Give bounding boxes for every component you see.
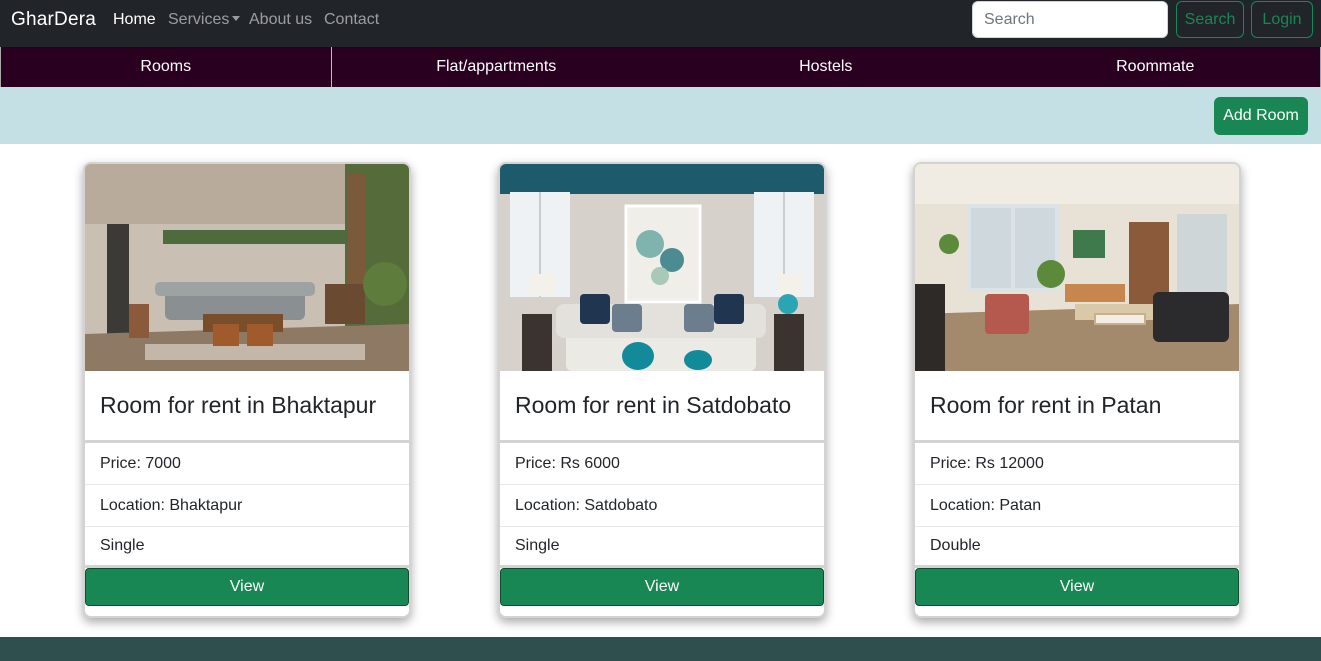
listing-location: Location: Satdobato	[500, 485, 824, 527]
nav-about-link[interactable]: About us	[249, 11, 312, 29]
category-roommate[interactable]: Roommate	[991, 47, 1321, 87]
nav-home-link[interactable]: Home	[113, 11, 156, 29]
listing-location: Location: Bhaktapur	[85, 485, 409, 527]
room-photo	[85, 164, 409, 371]
listing-location: Location: Patan	[915, 485, 1239, 527]
search-button[interactable]: Search	[1176, 1, 1244, 38]
view-button[interactable]: View	[915, 568, 1239, 606]
nav-services-dropdown[interactable]: Services	[168, 11, 241, 29]
listing-room-type: Single	[85, 527, 409, 568]
listing-title: Room for rent in Bhaktapur	[85, 371, 409, 443]
category-bar: Rooms Flat/appartments Hostels Roommate	[0, 47, 1321, 87]
listing-price: Price: 7000	[85, 443, 409, 485]
view-button[interactable]: View	[500, 568, 824, 606]
listing-room-type: Single	[500, 527, 824, 568]
room-photo	[500, 164, 824, 371]
footer	[0, 637, 1321, 661]
search-input[interactable]	[972, 1, 1168, 38]
listing-room-type: Double	[915, 527, 1239, 568]
category-flats[interactable]: Flat/appartments	[332, 47, 662, 87]
listing-title: Room for rent in Satdobato	[500, 371, 824, 443]
category-rooms[interactable]: Rooms	[1, 47, 332, 87]
listing-card: Room for rent in Bhaktapur Price: 7000 L…	[83, 162, 411, 618]
add-room-button[interactable]: Add Room	[1214, 97, 1308, 135]
caret-down-icon	[232, 16, 241, 21]
category-hostels[interactable]: Hostels	[661, 47, 991, 87]
listing-card: Room for rent in Patan Price: Rs 12000 L…	[913, 162, 1241, 618]
listing-price: Price: Rs 12000	[915, 443, 1239, 485]
listing-card: Room for rent in Satdobato Price: Rs 600…	[498, 162, 826, 618]
listing-price: Price: Rs 6000	[500, 443, 824, 485]
nav-services-label: Services	[168, 11, 230, 28]
room-photo	[915, 164, 1239, 371]
nav-contact-link[interactable]: Contact	[324, 11, 379, 29]
top-navbar: GharDera Home Services About us Contact …	[0, 0, 1321, 47]
view-button[interactable]: View	[85, 568, 409, 606]
action-strip: Add Room	[0, 87, 1321, 144]
login-button[interactable]: Login	[1251, 1, 1313, 38]
brand-logo[interactable]: GharDera	[11, 9, 96, 31]
listing-title: Room for rent in Patan	[915, 371, 1239, 443]
